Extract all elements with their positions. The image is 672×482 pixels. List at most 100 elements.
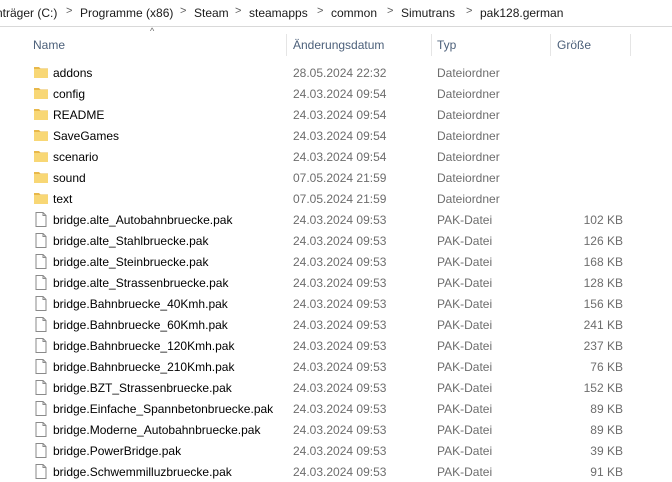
file-date: 24.03.2024 09:53 (293, 444, 387, 458)
file-row[interactable]: config 24.03.2024 09:54 Dateiordner (0, 83, 672, 104)
folder-icon (33, 149, 49, 164)
file-row[interactable]: bridge.alte_Autobahnbruecke.pak 24.03.202… (0, 209, 672, 230)
breadcrumb-item[interactable]: Steam (194, 6, 229, 20)
file-type: Dateiordner (437, 129, 500, 143)
file-row[interactable]: bridge.alte_Steinbruecke.pak 24.03.2024 0… (0, 251, 672, 272)
file-name: bridge.Bahnbruecke_60Kmh.pak (53, 318, 228, 332)
folder-icon (33, 128, 49, 143)
breadcrumb-item[interactable]: common (331, 6, 377, 20)
column-header-date[interactable]: Änderungsdatum (293, 38, 384, 52)
file-row[interactable]: scenario 24.03.2024 09:54 Dateiordner (0, 146, 672, 167)
breadcrumb-item[interactable]: nträger (C:) (0, 6, 57, 20)
folder-icon (33, 65, 49, 80)
file-size: 152 KB (583, 381, 623, 395)
file-row[interactable]: sound 07.05.2024 21:59 Dateiordner (0, 167, 672, 188)
file-icon (33, 338, 49, 353)
file-size: 156 KB (583, 297, 623, 311)
file-row[interactable]: bridge.Bahnbruecke_120Kmh.pak 24.03.2024 … (0, 335, 672, 356)
file-date: 24.03.2024 09:53 (293, 213, 387, 227)
breadcrumb-item[interactable]: Programme (x86) (80, 6, 173, 20)
address-bar[interactable]: nträger (C:) > Programme (x86) > Steam >… (0, 0, 672, 27)
file-date: 24.03.2024 09:53 (293, 465, 387, 479)
file-icon (33, 380, 49, 395)
file-type: PAK-Datei (437, 297, 493, 311)
file-type: PAK-Datei (437, 465, 493, 479)
file-icon (33, 443, 49, 458)
file-name: bridge.Bahnbruecke_210Kmh.pak (53, 360, 235, 374)
chevron-right-icon[interactable]: > (235, 5, 241, 17)
sort-ascending-icon: ^ (150, 26, 155, 36)
breadcrumb-item-current[interactable]: pak128.german (480, 6, 563, 20)
file-size: 126 KB (583, 234, 623, 248)
file-row[interactable]: bridge.Bahnbruecke_60Kmh.pak 24.03.2024 0… (0, 314, 672, 335)
file-row[interactable]: bridge.alte_Strassenbruecke.pak 24.03.202… (0, 272, 672, 293)
chevron-right-icon[interactable]: > (317, 5, 323, 17)
file-date: 24.03.2024 09:53 (293, 276, 387, 290)
file-date: 24.03.2024 09:53 (293, 297, 387, 311)
file-row[interactable]: bridge.Bahnbruecke_40Kmh.pak 24.03.2024 0… (0, 293, 672, 314)
column-divider[interactable] (431, 34, 432, 56)
file-row[interactable]: bridge.BZT_Strassenbruecke.pak 24.03.2024… (0, 377, 672, 398)
file-icon (33, 254, 49, 269)
chevron-right-icon[interactable]: > (466, 5, 472, 17)
file-type: Dateiordner (437, 108, 500, 122)
file-name: bridge.alte_Strassenbruecke.pak (53, 276, 229, 290)
file-icon (33, 464, 49, 479)
file-name: sound (53, 171, 86, 185)
file-name: scenario (53, 150, 99, 164)
file-name: bridge.BZT_Strassenbruecke.pak (53, 381, 232, 395)
file-row[interactable]: addons 28.05.2024 22:32 Dateiordner (0, 62, 672, 83)
file-date: 24.03.2024 09:53 (293, 339, 387, 353)
file-row[interactable]: bridge.alte_Stahlbruecke.pak 24.03.2024 0… (0, 230, 672, 251)
file-date: 24.03.2024 09:54 (293, 129, 387, 143)
column-header-type[interactable]: Typ (437, 38, 456, 52)
file-size: 237 KB (583, 339, 623, 353)
file-name: bridge.Einfache_Spannbetonbruecke.pak (53, 402, 274, 416)
file-type: Dateiordner (437, 66, 500, 80)
file-name: bridge.Moderne_Autobahnbruecke.pak (53, 423, 261, 437)
file-name: README (53, 108, 105, 122)
file-row[interactable]: README 24.03.2024 09:54 Dateiordner (0, 104, 672, 125)
column-divider[interactable] (286, 34, 287, 56)
file-icon (33, 359, 49, 374)
breadcrumb-item[interactable]: Simutrans (401, 6, 455, 20)
file-type: Dateiordner (437, 192, 500, 206)
file-row[interactable]: text 07.05.2024 21:59 Dateiordner (0, 188, 672, 209)
file-type: Dateiordner (437, 87, 500, 101)
file-size: 39 KB (590, 444, 623, 458)
file-date: 24.03.2024 09:54 (293, 150, 387, 164)
file-row[interactable]: bridge.Schwemmilluzbruecke.pak 24.03.2024… (0, 461, 672, 482)
file-row[interactable]: bridge.PowerBridge.pak 24.03.2024 09:53 PA… (0, 440, 672, 461)
file-row[interactable]: SaveGames 24.03.2024 09:54 Dateiordner (0, 125, 672, 146)
file-name: addons (53, 66, 93, 80)
file-type: PAK-Datei (437, 318, 493, 332)
folder-icon (33, 191, 49, 206)
column-header-size[interactable]: Größe (557, 38, 591, 52)
file-date: 24.03.2024 09:53 (293, 234, 387, 248)
file-icon (33, 317, 49, 332)
column-divider[interactable] (550, 34, 551, 56)
chevron-right-icon[interactable]: > (180, 5, 186, 17)
file-type: PAK-Datei (437, 339, 493, 353)
file-size: 168 KB (583, 255, 623, 269)
chevron-right-icon[interactable]: > (387, 5, 393, 17)
file-size: 89 KB (590, 423, 623, 437)
file-size: 76 KB (590, 360, 623, 374)
file-name: bridge.alte_Autobahnbruecke.pak (53, 213, 233, 227)
column-divider[interactable] (630, 34, 631, 56)
file-type: Dateiordner (437, 171, 500, 185)
file-name: bridge.PowerBridge.pak (53, 444, 182, 458)
breadcrumb-item[interactable]: steamapps (249, 6, 308, 20)
file-icon (33, 275, 49, 290)
file-type: PAK-Datei (437, 402, 493, 416)
column-header-name[interactable]: Name (33, 38, 65, 52)
folder-icon (33, 86, 49, 101)
file-row[interactable]: bridge.Bahnbruecke_210Kmh.pak 24.03.2024 … (0, 356, 672, 377)
chevron-right-icon[interactable]: > (66, 5, 72, 17)
file-name: config (53, 87, 86, 101)
file-name: SaveGames (53, 129, 120, 143)
file-name: bridge.Bahnbruecke_120Kmh.pak (53, 339, 235, 353)
file-row[interactable]: bridge.Moderne_Autobahnbruecke.pak 24.03.… (0, 419, 672, 440)
file-icon (33, 296, 49, 311)
file-row[interactable]: bridge.Einfache_Spannbetonbruecke.pak 24.… (0, 398, 672, 419)
